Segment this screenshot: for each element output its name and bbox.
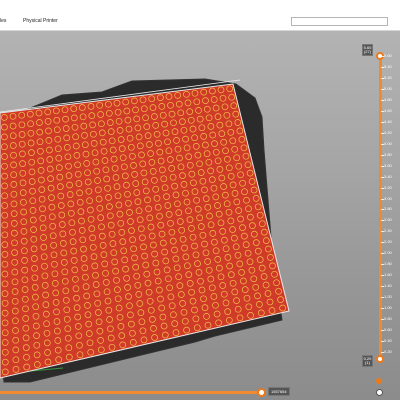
- tick-label: 4.20: [384, 129, 392, 135]
- cog-icon[interactable]: [376, 378, 382, 384]
- search-input[interactable]: [291, 17, 388, 26]
- move-slider[interactable]: [0, 386, 280, 398]
- tick-label: 0.40: [384, 338, 392, 344]
- circle-icon[interactable]: [376, 389, 383, 396]
- move-slider-track[interactable]: [0, 391, 262, 394]
- tick-label: 3.20: [384, 184, 392, 190]
- tick-label: 1.80: [384, 261, 392, 267]
- layer-slider-track[interactable]: [379, 55, 382, 361]
- tick-label: 0.60: [384, 327, 392, 333]
- tick-label: 2.00: [384, 250, 392, 256]
- print-preview-canvas[interactable]: [0, 31, 400, 400]
- tick-label: 4.40: [384, 118, 392, 124]
- tick-label: 1.00: [384, 305, 392, 311]
- tick-label: 5.20: [384, 74, 392, 80]
- tick-label: 3.40: [384, 173, 392, 179]
- tick-label: 4.00: [384, 140, 392, 146]
- tick-label: 5.40: [384, 63, 392, 69]
- move-value-box: 1557654: [268, 387, 290, 396]
- tick-label: 4.80: [384, 96, 392, 102]
- 3d-viewport[interactable]: [0, 31, 400, 400]
- tab-physical-printer[interactable]: Physical Printer: [23, 18, 58, 24]
- top-layer-value-box: 5.60 (27): [362, 44, 373, 56]
- tick-label: 5.60: [384, 53, 392, 58]
- tick-label: 1.20: [384, 294, 392, 300]
- bottom-layer-number: (1): [365, 360, 370, 365]
- tick-label: 3.60: [384, 162, 392, 168]
- tick-label: 3.80: [384, 151, 392, 157]
- tick-label: 2.40: [384, 228, 392, 234]
- tick-label: 0.80: [384, 316, 392, 322]
- tick-label: 2.80: [384, 206, 392, 212]
- tick-label: 0.20: [384, 349, 392, 354]
- tick-label: 5.00: [384, 85, 392, 91]
- tab-partial[interactable]: les: [0, 18, 6, 24]
- move-slider-thumb[interactable]: [257, 388, 266, 397]
- bottom-layer-value-box: 0.20 (1): [362, 355, 373, 367]
- tick-label: 2.20: [384, 239, 392, 245]
- tick-label: 2.60: [384, 217, 392, 223]
- tick-label: 3.00: [384, 195, 392, 201]
- tick-label: 1.40: [384, 283, 392, 289]
- tick-label: 1.60: [384, 272, 392, 278]
- top-toolbar: les Physical Printer: [0, 0, 400, 31]
- tick-label: 4.60: [384, 107, 392, 113]
- layer-slider-bottom-thumb[interactable]: [376, 355, 384, 363]
- top-layer-number: (27): [363, 49, 372, 54]
